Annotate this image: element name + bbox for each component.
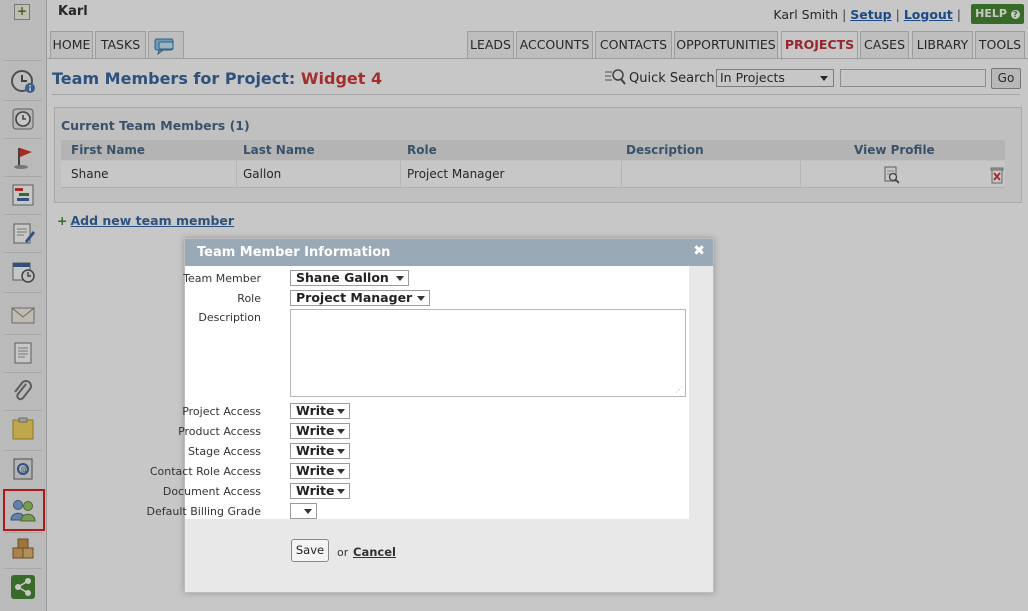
product-access-value: Write [296,423,335,438]
contact-role-access-value: Write [296,463,335,478]
project-access-value: Write [296,403,335,418]
resize-grip-icon[interactable]: ⋰ [675,386,683,394]
chevron-down-icon [396,276,404,281]
team-member-dialog: Team Member Information ✖ Team Member Sh… [147,238,714,593]
chevron-down-icon [337,469,345,474]
stage-access-select[interactable]: Write [290,443,350,459]
document-access-label: Document Access [162,485,261,498]
description-textarea[interactable]: ⋰ [290,309,686,397]
billing-grade-label: Default Billing Grade [146,505,261,518]
team-member-label: Team Member [183,272,261,285]
team-member-select[interactable]: Shane Gallon [290,270,409,286]
product-access-select[interactable]: Write [290,423,350,439]
document-access-select[interactable]: Write [290,483,350,499]
dialog-header: Team Member Information ✖ [185,239,713,266]
document-access-value: Write [296,483,335,498]
chevron-down-icon [337,409,345,414]
billing-grade-select[interactable] [290,503,317,519]
role-select[interactable]: Project Manager [290,290,430,306]
project-access-label: Project Access [182,405,261,418]
team-member-value: Shane Gallon [296,270,389,285]
role-label: Role [237,292,261,305]
contact-role-access-select[interactable]: Write [290,463,350,479]
or-text: or [337,546,349,559]
save-button[interactable]: Save [291,539,329,562]
cancel-link[interactable]: Cancel [353,545,396,559]
dialog-form: Team Member Shane Gallon Role Project Ma… [147,266,689,519]
close-icon[interactable]: ✖ [693,243,705,259]
chevron-down-icon [337,449,345,454]
chevron-down-icon [304,509,312,514]
chevron-down-icon [337,429,345,434]
chevron-down-icon [337,489,345,494]
stage-access-value: Write [296,443,335,458]
stage-access-label: Stage Access [188,445,261,458]
role-value: Project Manager [296,290,413,305]
project-access-select[interactable]: Write [290,403,350,419]
chevron-down-icon [417,296,425,301]
dialog-title: Team Member Information [197,245,391,260]
description-label: Description [198,311,261,324]
contact-role-access-label: Contact Role Access [149,465,261,478]
product-access-label: Product Access [178,425,261,438]
